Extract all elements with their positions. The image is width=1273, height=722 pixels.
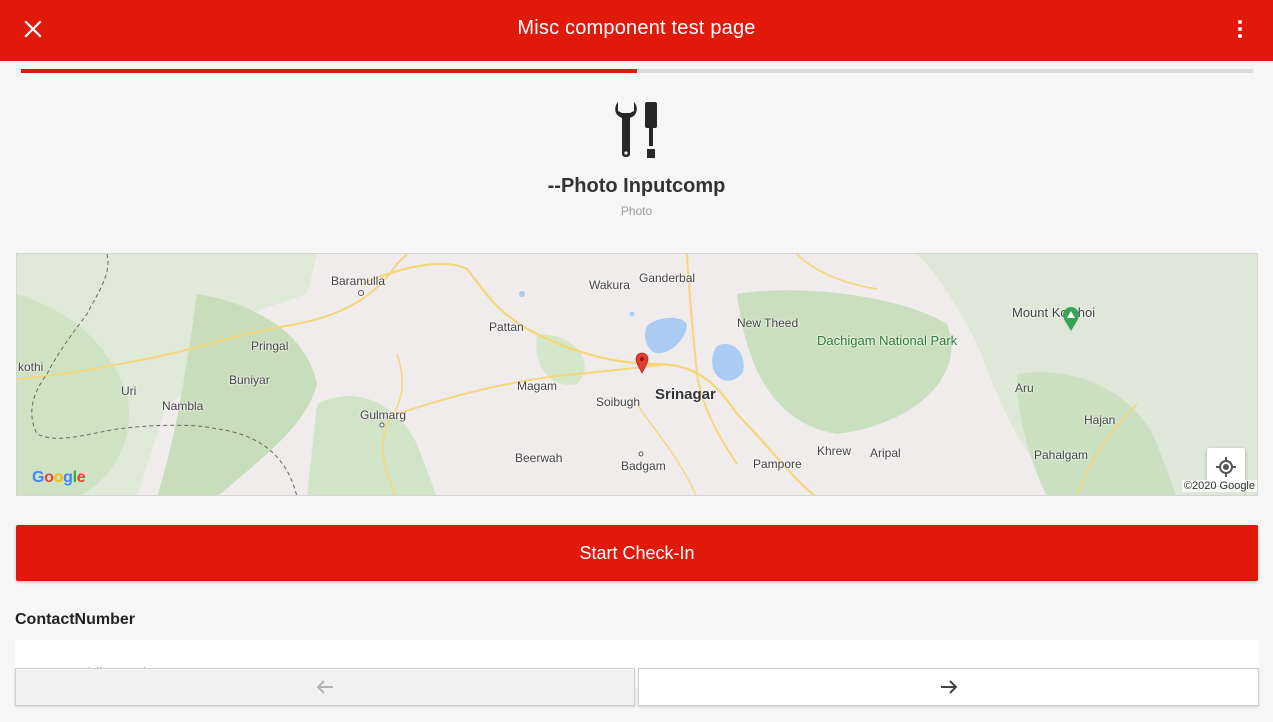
component-subtitle: Photo [620,204,653,218]
map-label-pattan: Pattan [489,320,524,334]
map-label-wakura: Wakura [589,278,630,292]
map-label-new-theed: New Theed [737,316,799,330]
my-location-icon [1216,457,1236,477]
more-vert-icon [1238,20,1242,38]
arrow-right-icon [940,680,957,694]
map-label-aripal: Aripal [870,446,901,460]
arrow-left-icon [316,680,333,694]
map-label-uri: Uri [121,384,137,398]
map-label-nambla: Nambla [162,399,204,413]
map-label-dachigam: Dachigam National Park [817,333,958,348]
map-label-soibugh: Soibugh [596,395,641,409]
start-check-in-button[interactable]: Start Check-In [16,525,1258,581]
tools-icon [614,102,657,158]
map-label-hajan: Hajan [1084,413,1116,427]
component-title: --Photo Inputcomp [547,175,726,197]
map-label-badgam: Badgam [621,459,666,473]
page-title: Misc component test page [517,17,756,39]
map-label-buniyar: Buniyar [229,373,270,387]
map-label-pringal: Pringal [251,339,289,353]
more-options-button[interactable] [1223,12,1257,46]
map-label-pahalgam: Pahalgam [1034,448,1089,462]
progress-bar [21,69,1253,73]
peak-icon [1063,307,1079,331]
map-label-magam: Magam [517,379,558,393]
map-label-mount-kolahoi: Mount Kolahoi [1012,305,1096,320]
map-label-ganderbal: Ganderbal [639,271,696,285]
map-label-srinagar: Srinagar [655,386,716,403]
map-pin-icon[interactable] [635,352,649,374]
google-logo: Google [32,469,86,486]
map-view[interactable]: Baramulla Wakura Ganderbal Pattan New Th… [16,253,1258,496]
contact-number-label: ContactNumber [15,611,136,628]
map-label-kothi: kothi [18,360,44,374]
map-label-pampore: Pampore [753,457,802,471]
previous-button[interactable] [15,668,635,706]
map-label-khrew: Khrew [817,444,852,458]
map-copyright: ©2020 Google [1181,480,1257,492]
component-header: --Photo Inputcomp Photo [0,100,1273,218]
progress-fill [21,69,637,73]
map-label-baramulla: Baramulla [331,274,386,288]
map-label-aru: Aru [1015,381,1034,395]
app-bar: Misc component test page [0,0,1273,61]
map-label-gulmarg: Gulmarg [360,408,407,422]
next-button[interactable] [638,668,1259,706]
map-label-beerwah: Beerwah [515,451,563,465]
